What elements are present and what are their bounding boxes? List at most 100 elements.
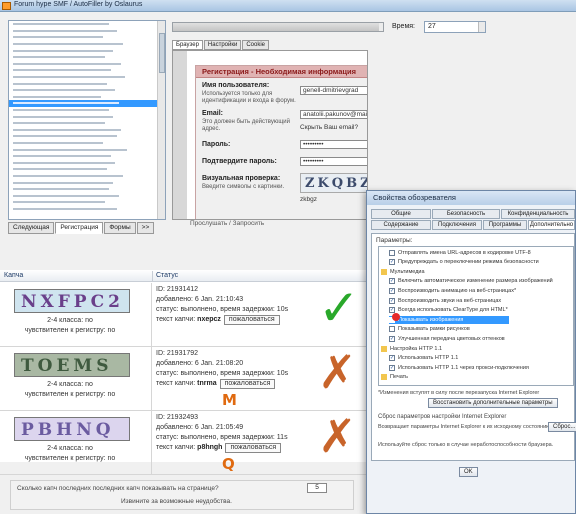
tab-security[interactable]: Безопасность — [432, 209, 500, 219]
password-label: Пароль: — [202, 141, 231, 148]
url-list-item[interactable] — [9, 107, 165, 114]
url-list-item[interactable] — [9, 166, 165, 173]
spin-arrows-icon[interactable] — [478, 22, 485, 32]
settings-item-label: Предупреждать о переключении режима безо… — [398, 259, 539, 266]
url-text-placeholder — [13, 102, 119, 105]
checkbox[interactable]: ✓ — [389, 336, 395, 343]
captcha-case: чувствителен к регистру: no — [24, 455, 116, 462]
url-list-item[interactable] — [9, 87, 165, 94]
progress-bar — [172, 22, 384, 32]
tab-content[interactable]: Содержание — [371, 220, 431, 230]
settings-item[interactable]: Показывать изображения — [389, 316, 509, 324]
col-status-header[interactable]: Статус — [156, 272, 178, 279]
col-captcha-header[interactable]: Капча — [4, 272, 23, 279]
complain-button[interactable]: пожаловаться — [223, 315, 280, 325]
url-text-placeholder — [13, 161, 115, 164]
password-confirm-input[interactable]: ••••••••• — [300, 157, 367, 166]
checkbox[interactable]: ✓ — [389, 364, 395, 371]
url-list[interactable] — [8, 20, 166, 220]
settings-item[interactable]: ✓ Использовать HTTP 1.1 через прокси-подк… — [389, 364, 529, 371]
checkbox[interactable] — [389, 249, 395, 256]
url-list-item[interactable] — [9, 100, 165, 107]
tab-general[interactable]: Общие — [371, 209, 431, 219]
settings-group[interactable]: Печать — [381, 374, 408, 381]
tab-programs[interactable]: Программы — [483, 220, 527, 230]
settings-item[interactable]: Показывать рамки рисунков — [389, 326, 470, 333]
url-list-item[interactable] — [9, 186, 165, 193]
captcha-thumbnail: TOEMS — [14, 353, 130, 377]
settings-item[interactable]: Отправлять имена URL-адресов в кодировке… — [389, 249, 531, 256]
url-list-item[interactable] — [9, 41, 165, 48]
url-list-item[interactable] — [9, 206, 165, 213]
checkbox[interactable] — [389, 326, 395, 333]
url-list-item[interactable] — [9, 113, 165, 120]
email-input[interactable]: anatolii.pakunov@mail.ru — [300, 110, 367, 119]
url-list-item[interactable] — [9, 120, 165, 127]
tab-more[interactable]: >> — [136, 222, 155, 234]
url-list-item[interactable] — [9, 146, 165, 153]
captcha-answer[interactable]: zkbgz — [300, 196, 317, 203]
settings-group[interactable]: Мультимедиа — [381, 268, 425, 275]
tab-connections[interactable]: Подключения — [432, 220, 482, 230]
settings-item[interactable]: ✓ Использовать HTTP 1.1 — [389, 355, 458, 362]
url-list-scrollbar[interactable] — [157, 21, 165, 219]
tab-settings[interactable]: Настройки — [203, 40, 242, 50]
settings-item[interactable]: ✓ Улучшенная передача цветовых оттенков — [389, 335, 505, 343]
checkbox[interactable]: ✓ — [389, 288, 395, 295]
url-list-item[interactable] — [9, 54, 165, 61]
url-list-item[interactable] — [9, 199, 165, 206]
url-list-item[interactable] — [9, 21, 165, 28]
url-list-item[interactable] — [9, 28, 165, 35]
checkbox[interactable]: ✓ — [389, 259, 395, 266]
tab-browser[interactable]: Браузер — [172, 40, 203, 50]
url-list-item[interactable] — [9, 67, 165, 74]
settings-item[interactable]: ✓ Всегда использовать ClearType для HTML* — [389, 307, 508, 314]
checkbox[interactable]: ✓ — [389, 278, 395, 285]
tab-cookie[interactable]: Cookie — [242, 40, 270, 50]
reset-warning: Используйте сброс только в случае нерабо… — [378, 442, 554, 448]
checkbox[interactable]: ✓ — [389, 355, 395, 362]
dialog-tabs: Общие Безопасность Конфиденциальность Со… — [371, 209, 575, 231]
url-list-item[interactable] — [9, 133, 165, 140]
tab-privacy[interactable]: Конфиденциальность — [501, 209, 575, 219]
tab-forms[interactable]: Формы — [104, 222, 136, 234]
url-list-item[interactable] — [9, 61, 165, 68]
settings-item[interactable]: ✓ Включить автоматическое изменение разме… — [389, 278, 553, 285]
ok-button[interactable]: OK — [459, 467, 478, 477]
url-list-item[interactable] — [9, 140, 165, 147]
left-tabs: Следующая Регистрация Формы >> — [8, 222, 155, 234]
settings-group[interactable]: Настройка HTTP 1.1 — [381, 345, 442, 352]
username-input[interactable]: genell-dmitrievgrad — [300, 86, 367, 95]
captcha-answer-row: текст капчи: p8hngh пожаловаться — [156, 443, 282, 453]
url-list-item[interactable] — [9, 34, 165, 41]
settings-list[interactable]: Отправлять имена URL-адресов в кодировке… — [378, 246, 574, 386]
url-text-placeholder — [13, 155, 111, 158]
complain-button[interactable]: пожаловаться — [219, 379, 276, 389]
settings-item[interactable]: ✓ Воспроизводить звуки на веб-страницах — [389, 297, 501, 304]
url-list-item[interactable] — [9, 173, 165, 180]
tab-advanced[interactable]: Дополнительно — [528, 220, 575, 230]
tab-registration[interactable]: Регистрация — [55, 222, 104, 234]
url-list-item[interactable] — [9, 80, 165, 87]
restore-advanced-button[interactable]: Восстановить дополнительные параметры — [428, 398, 558, 408]
count-input[interactable]: 5 — [307, 483, 327, 493]
time-input[interactable]: 27 — [424, 21, 486, 33]
url-list-item[interactable] — [9, 159, 165, 166]
url-text-placeholder — [13, 135, 117, 138]
url-list-item[interactable] — [9, 153, 165, 160]
complain-button[interactable]: пожаловаться — [225, 443, 282, 453]
url-list-item[interactable] — [9, 192, 165, 199]
url-list-item[interactable] — [9, 127, 165, 134]
url-list-item[interactable] — [9, 179, 165, 186]
captcha-label: Визуальная проверка: — [202, 175, 281, 182]
password-input[interactable]: ••••••••• — [300, 140, 367, 149]
url-list-item[interactable] — [9, 94, 165, 101]
settings-item[interactable]: ✓ Предупреждать о переключении режима без… — [389, 259, 539, 266]
scroll-thumb[interactable] — [159, 33, 165, 73]
settings-item[interactable]: ✓ Воспроизводить анимацию на веб-страница… — [389, 287, 516, 295]
checkbox[interactable]: ✓ — [389, 297, 395, 304]
url-list-item[interactable] — [9, 47, 165, 54]
url-list-item[interactable] — [9, 74, 165, 81]
reset-button[interactable]: Сброс... — [548, 422, 576, 432]
tab-next[interactable]: Следующая — [8, 222, 55, 234]
